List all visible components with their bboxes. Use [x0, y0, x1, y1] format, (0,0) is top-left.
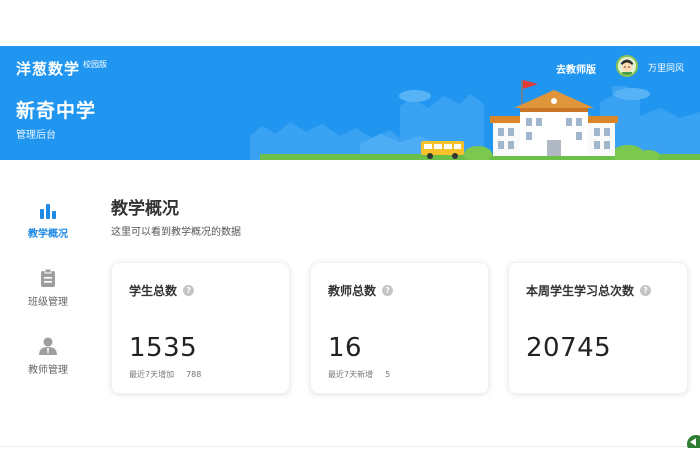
- switch-to-teacher-link[interactable]: 去教师版: [556, 61, 596, 76]
- stat-card-weekly-study: 本周学生学习总次数? 20745: [508, 262, 688, 394]
- card-title: 本周学生学习总次数?: [526, 282, 652, 299]
- card-title-text: 教师总数: [328, 284, 377, 298]
- card-title: 学生总数?: [129, 282, 195, 299]
- sidebar-item-label: 班级管理: [28, 297, 68, 308]
- card-title: 教师总数?: [328, 282, 394, 299]
- card-title-text: 本周学生学习总次数: [526, 284, 635, 298]
- stat-card-teachers: 教师总数? 16 最近7天新增 5: [310, 262, 489, 394]
- sidebar-nav: 教学概况 班级管理 教师管理: [0, 160, 96, 449]
- header-banner: 洋葱数学 校园版 新奇中学 管理后台 去教师版 万里同风: [0, 46, 700, 160]
- card-foot-label: 最近7天增加: [129, 370, 175, 379]
- bottom-divider: [0, 446, 700, 447]
- avatar-face-icon: [618, 57, 636, 75]
- page-title: 教学概况: [111, 199, 179, 219]
- brand-name: 洋葱数学: [16, 60, 81, 78]
- page-description: 这里可以看到教学概况的数据: [111, 227, 241, 238]
- school-name: 新奇中学: [16, 100, 97, 122]
- sidebar-item-teacher-management[interactable]: 教师管理: [12, 336, 84, 376]
- card-foot-value: 788: [186, 370, 202, 379]
- card-foot-label: 最近7天新增: [328, 370, 374, 379]
- user-avatar[interactable]: [616, 55, 638, 77]
- admin-subtitle: 管理后台: [16, 130, 56, 141]
- sidebar-item-label: 教学概况: [28, 229, 68, 240]
- sidebar-item-label: 教师管理: [28, 365, 68, 376]
- card-footnote: 最近7天新增 5: [328, 369, 390, 380]
- sidebar-item-class-management[interactable]: 班级管理: [12, 268, 84, 308]
- username[interactable]: 万里同风: [648, 61, 684, 74]
- top-whitespace: [0, 0, 700, 46]
- card-title-text: 学生总数: [129, 284, 178, 298]
- clipboard-icon: [41, 268, 55, 287]
- card-value: 1535: [129, 333, 198, 363]
- school-building: [490, 90, 618, 156]
- card-footnote: 最近7天增加 788: [129, 369, 201, 380]
- help-icon[interactable]: ?: [640, 285, 652, 296]
- stat-card-students: 学生总数? 1535 最近7天增加 788: [111, 262, 290, 394]
- corner-widget-icon[interactable]: [686, 434, 700, 448]
- help-icon[interactable]: ?: [183, 285, 195, 296]
- sidebar-item-overview[interactable]: 教学概况: [12, 202, 84, 240]
- bar-chart-icon: [40, 204, 56, 219]
- card-value: 20745: [526, 333, 612, 363]
- edition-badge: 校园版: [83, 60, 108, 69]
- card-value: 16: [328, 333, 363, 363]
- person-icon: [39, 337, 57, 355]
- card-foot-value: 5: [385, 370, 391, 379]
- brand-logo: 洋葱数学 校园版: [16, 58, 107, 79]
- help-icon[interactable]: ?: [382, 285, 394, 296]
